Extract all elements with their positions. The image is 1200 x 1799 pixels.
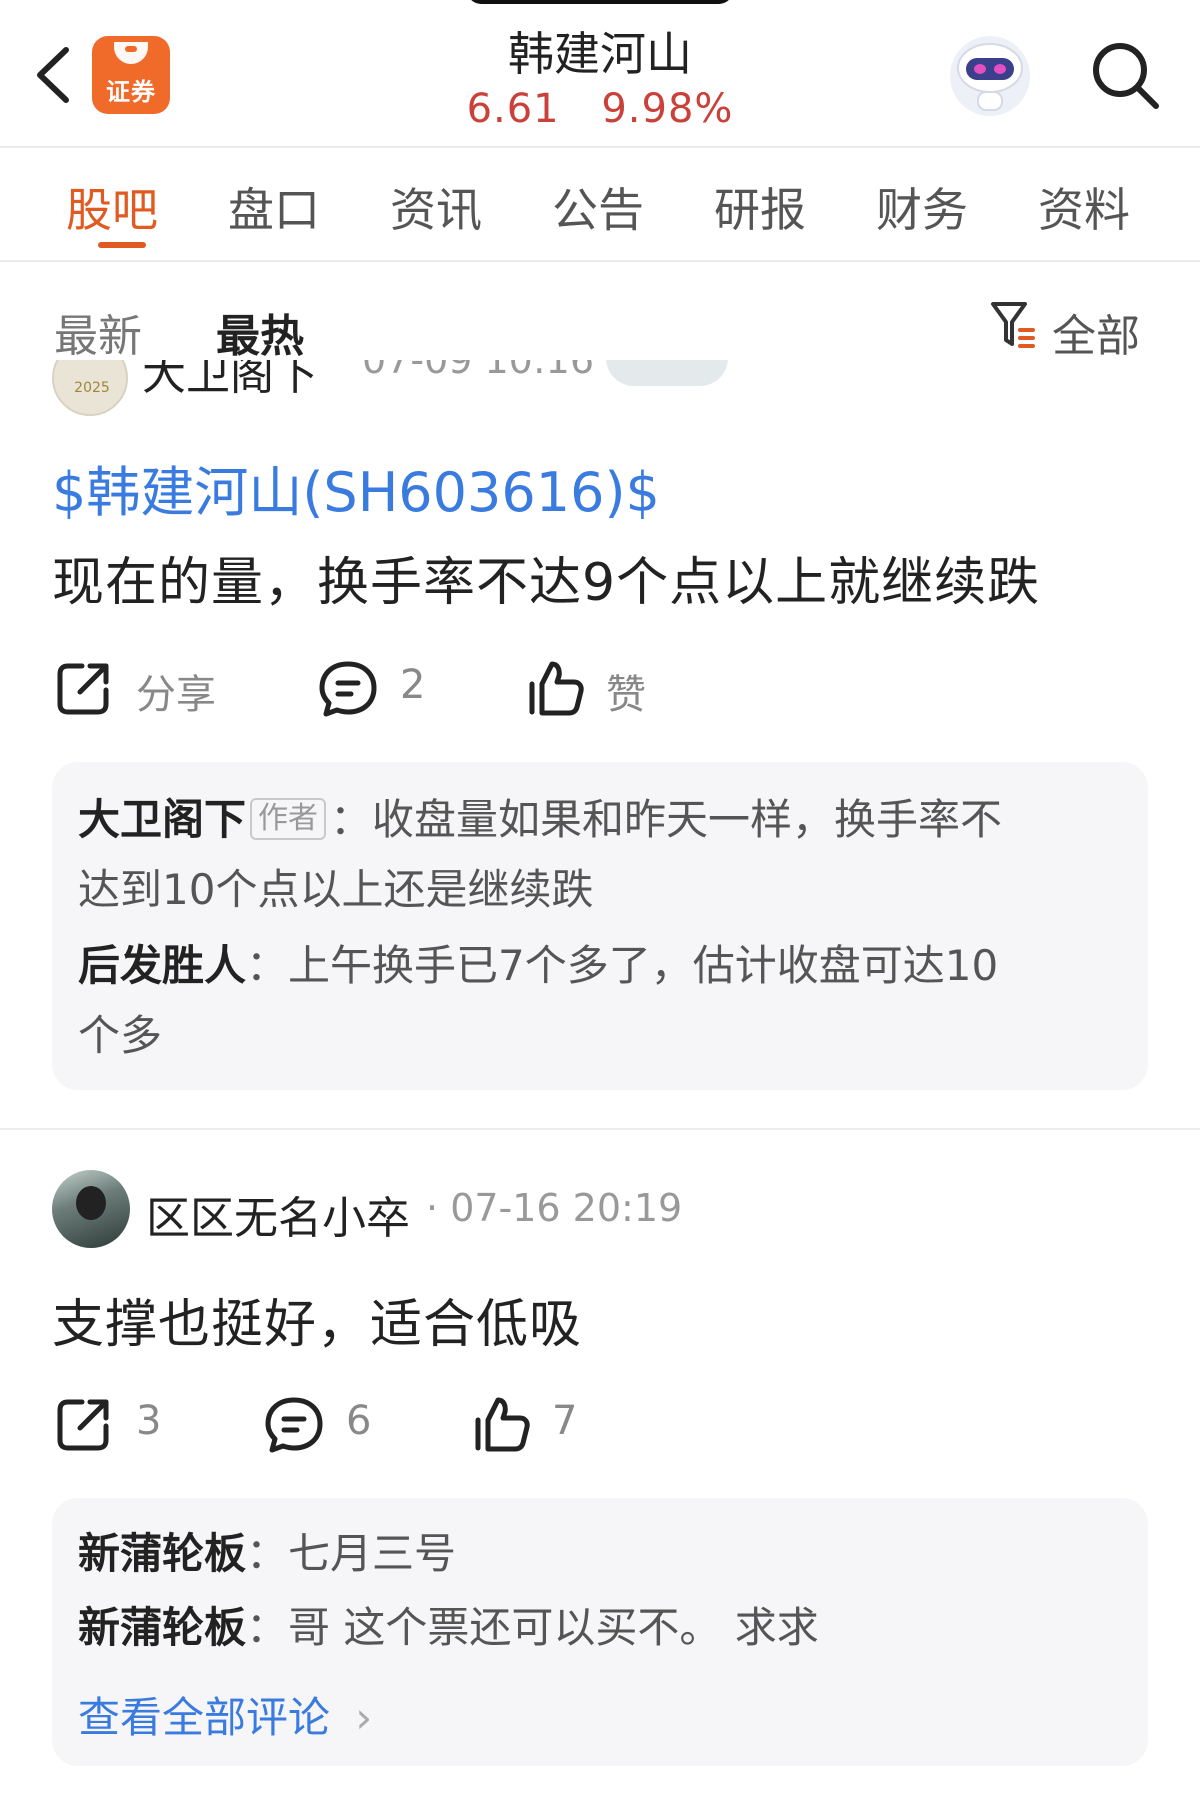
stock-change: 9.98% <box>601 86 734 132</box>
comment-line: 新蒲轮板：七月三号 <box>78 1518 1128 1590</box>
thumbs-up-icon <box>475 1397 530 1452</box>
comment-icon <box>319 661 377 717</box>
post-time: 07-09 10:16 <box>362 360 595 382</box>
logo-text: 证券 <box>106 78 156 106</box>
comment-button[interactable]: 2 <box>318 652 478 722</box>
post-author[interactable]: 大卫阁下 <box>142 360 318 402</box>
active-tab-indicator <box>98 242 146 248</box>
comment-user[interactable]: 大卫阁下 <box>78 795 246 844</box>
post-actions: 分享 2 赞 <box>0 652 1200 722</box>
like-button[interactable]: 赞 <box>524 652 684 722</box>
tab-finance[interactable]: 财务 <box>876 174 968 237</box>
filter-icon[interactable] <box>990 300 1036 350</box>
post-text[interactable]: 支撑也挺好，适合低吸 <box>52 1282 582 1357</box>
comment-line-continued: 达到10个点以上还是继续跌 <box>78 865 594 914</box>
comment-count: 6 <box>346 1398 372 1444</box>
back-arrow-icon[interactable] <box>26 40 82 110</box>
user-badge-icon <box>606 360 728 386</box>
tab-announcements[interactable]: 公告 <box>552 174 644 237</box>
view-all-comments-link[interactable]: 查看全部评论 › <box>78 1684 372 1745</box>
comment-preview[interactable]: 新蒲轮板：七月三号 新蒲轮板：哥 这个票还可以买不。 求求 查看全部评论 › <box>52 1498 1148 1766</box>
stock-quote: 6.61 9.98% <box>380 86 820 132</box>
comment-user[interactable]: 新蒲轮板 <box>78 1603 246 1652</box>
post-header: 2025 大卫阁下 07-09 10:16 <box>0 360 1200 416</box>
app-logo: 证券 <box>92 36 170 114</box>
post-divider <box>0 1128 1200 1130</box>
avatar-year-text: 2025 <box>74 380 110 396</box>
filter-label[interactable]: 全部 <box>1052 300 1140 364</box>
search-icon[interactable] <box>1086 36 1166 116</box>
comment-text: ：上午换手已7个多了，估计收盘可达10 <box>246 941 999 990</box>
share-button[interactable]: 3 <box>54 1388 194 1458</box>
comment-button[interactable]: 6 <box>264 1388 404 1458</box>
avatar[interactable] <box>52 1170 130 1248</box>
tab-news[interactable]: 资讯 <box>390 174 482 237</box>
stock-mention-link[interactable]: $韩建河山(SH603616)$ <box>52 448 660 527</box>
tab-research[interactable]: 研报 <box>714 174 806 237</box>
comment-line: 后发胜人：上午换手已7个多了，估计收盘可达10 <box>78 930 1128 1002</box>
stock-name: 韩建河山 <box>508 27 692 81</box>
section-tabs: 股吧 盘口 资讯 公告 研报 财务 资料 <box>0 150 1200 262</box>
time-separator: · <box>426 1186 439 1230</box>
share-button[interactable]: 分享 <box>54 652 254 722</box>
comment-line: 新蒲轮板：哥 这个票还可以买不。 求求 <box>78 1592 1128 1664</box>
post-time: · 07-16 20:19 <box>426 1186 682 1230</box>
sort-latest[interactable]: 最新 <box>54 300 142 364</box>
top-bar: 证券 韩建河山 6.61 9.98% <box>0 0 1200 148</box>
share-icon <box>57 1399 109 1451</box>
post-author[interactable]: 区区无名小卒 <box>146 1182 410 1246</box>
tab-guba[interactable]: 股吧 <box>66 174 158 237</box>
chevron-right-icon: › <box>355 1693 373 1742</box>
post-text[interactable]: 现在的量，换手率不达9个点以上就继续跌 <box>52 540 1040 615</box>
tab-pankou[interactable]: 盘口 <box>228 174 320 237</box>
like-label: 赞 <box>606 672 646 718</box>
post-actions: 3 6 7 <box>0 1388 1200 1458</box>
comment-line-continued: 个多 <box>78 1011 163 1060</box>
comment-preview[interactable]: 大卫阁下 作者 ：收盘量如果和昨天一样，换手率不 达到10个点以上还是继续跌 后发胜… <box>52 762 1148 1090</box>
comment-icon <box>265 1397 323 1453</box>
tab-profile[interactable]: 资料 <box>1038 174 1130 237</box>
share-label: 分享 <box>136 672 216 718</box>
view-all-label: 查看全部评论 <box>78 1693 331 1742</box>
ai-assistant-robot-icon[interactable] <box>944 30 1036 122</box>
logo-mark-icon <box>114 42 148 64</box>
comment-text: ：收盘量如果和昨天一样，换手率不 <box>330 795 1003 844</box>
comment-user[interactable]: 后发胜人 <box>78 941 246 990</box>
comment-line: 大卫阁下 作者 ：收盘量如果和昨天一样，换手率不 <box>78 784 1128 856</box>
comment-count: 2 <box>400 662 426 708</box>
status-notch <box>467 0 733 4</box>
comment-text: ：哥 这个票还可以买不。 求求 <box>246 1603 819 1652</box>
comment-text: ：七月三号 <box>246 1529 457 1578</box>
like-count: 7 <box>552 1398 578 1444</box>
avatar[interactable]: 2025 <box>52 360 128 416</box>
sort-bar: 最新 最热 全部 <box>0 264 1200 362</box>
share-count: 3 <box>136 1398 162 1444</box>
thumbs-up-icon <box>529 661 584 716</box>
sort-hottest[interactable]: 最热 <box>216 300 304 364</box>
like-button[interactable]: 7 <box>470 1388 610 1458</box>
comment-user[interactable]: 新蒲轮板 <box>78 1529 246 1578</box>
share-icon <box>57 663 109 715</box>
stock-price: 6.61 <box>466 86 560 132</box>
time-value: 07-16 20:19 <box>450 1186 683 1230</box>
author-tag: 作者 <box>250 798 327 840</box>
